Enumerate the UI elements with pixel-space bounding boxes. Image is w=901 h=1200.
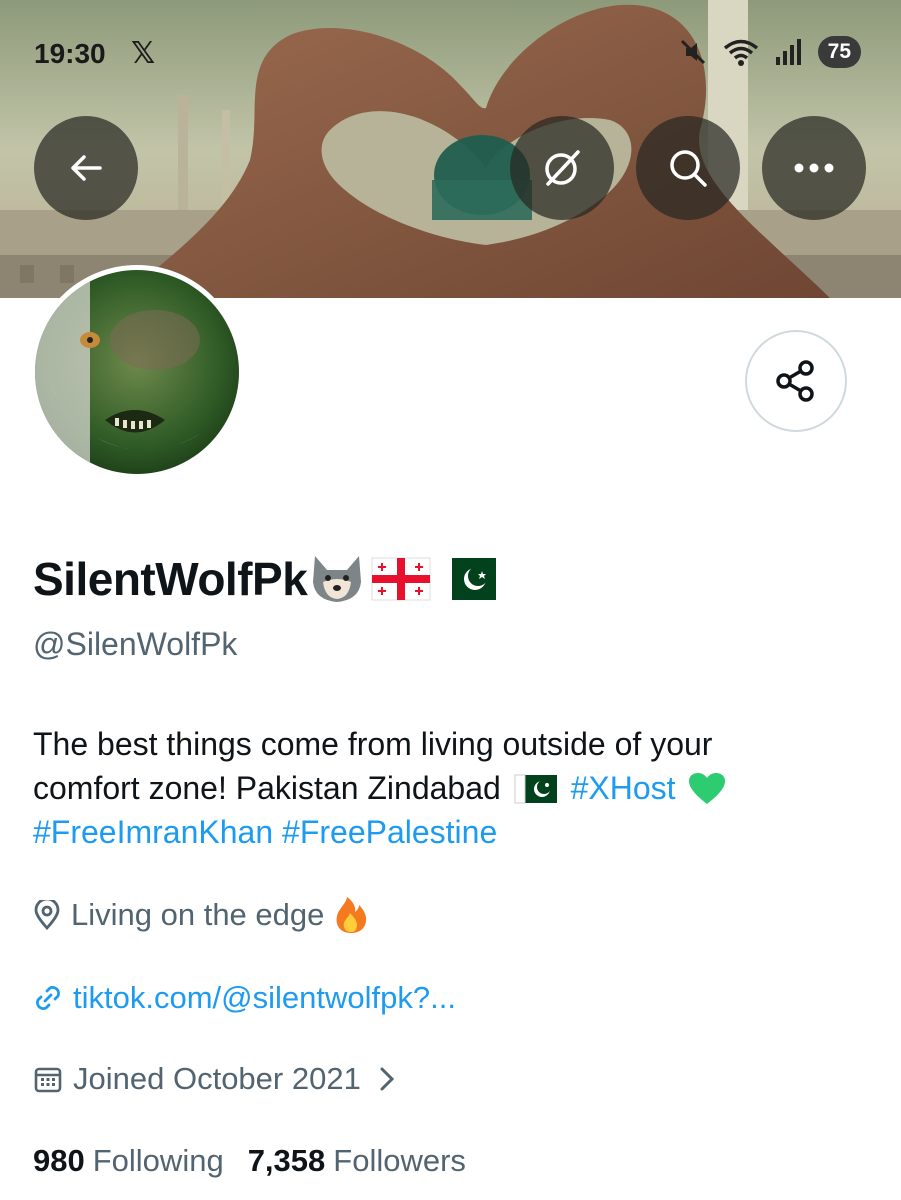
chevron-right-icon [380, 1067, 394, 1091]
battery-indicator: 75 [817, 36, 861, 68]
profile-joined[interactable]: Joined October 2021 [33, 1061, 397, 1097]
pakistan-flag-icon [514, 774, 557, 804]
followers-label: Followers [333, 1143, 466, 1178]
back-arrow-icon [71, 155, 102, 181]
avatar-art [35, 270, 239, 474]
status-bar: 19:30 𝕏 75 [0, 0, 901, 110]
hashtag-freepalestine[interactable]: #FreePalestine [282, 814, 497, 850]
profile-banner[interactable]: 19:30 𝕏 75 [0, 0, 901, 298]
grok-icon [545, 150, 580, 186]
bio-line-1: The best things come from living outside… [33, 726, 713, 762]
back-button[interactable] [34, 116, 138, 220]
profile-avatar[interactable] [30, 265, 244, 479]
name-emojis [309, 554, 497, 604]
wolf-emoji-icon [313, 556, 362, 602]
share-button[interactable] [745, 330, 847, 432]
more-icon [794, 163, 834, 173]
more-button[interactable] [762, 116, 866, 220]
green-heart-icon [689, 772, 726, 804]
hashtag-xhost[interactable]: #XHost [571, 770, 676, 806]
georgia-flag-icon [371, 557, 431, 601]
wifi-icon [723, 39, 758, 66]
profile-handle: @SilenWolfPk [33, 626, 238, 662]
bio-line-2: comfort zone! Pakistan Zindabad #XHost [33, 766, 853, 810]
x-logo-icon: 𝕏 [131, 37, 156, 70]
profile-bio: The best things come from living outside… [33, 722, 853, 854]
hashtag-freeimrankhan[interactable]: #FreeImranKhan [33, 814, 273, 850]
location-text: Living on the edge [71, 897, 325, 932]
following-label: Following [92, 1143, 224, 1178]
search-icon [670, 150, 707, 187]
status-icons: 75 [678, 36, 861, 68]
location-pin-icon [34, 900, 60, 930]
website-link[interactable]: tiktok.com/@silentwolfpk?... [73, 980, 456, 1016]
following-stat[interactable]: 980 Following [33, 1143, 224, 1179]
profile-location: Living on the edge [33, 896, 368, 934]
status-time: 19:30 [34, 38, 106, 69]
profile-stats: 980 Following 7,358 Followers [33, 1143, 466, 1179]
link-icon [36, 986, 60, 1010]
pakistan-flag-icon [438, 558, 497, 600]
search-button[interactable] [636, 116, 740, 220]
display-name-text: SilentWolfPk [33, 553, 308, 605]
calendar-icon [34, 1067, 62, 1093]
followers-stat[interactable]: 7,358 Followers [248, 1143, 466, 1179]
joined-text: Joined October 2021 [73, 1061, 361, 1096]
followers-count: 7,358 [247, 1143, 326, 1178]
mute-icon [680, 39, 705, 65]
signal-icon [775, 39, 801, 65]
bio-line-2-text: comfort zone! Pakistan Zindabad [33, 770, 501, 806]
fire-emoji-icon [336, 897, 367, 933]
avatar-image [35, 270, 239, 474]
profile-website[interactable]: tiktok.com/@silentwolfpk?... [33, 980, 456, 1016]
following-count: 980 [33, 1143, 85, 1178]
profile-display-name: SilentWolfPk [33, 552, 497, 606]
bio-line-3: #FreeImranKhan #FreePalestine [33, 810, 853, 854]
share-icon [776, 360, 814, 402]
grok-button[interactable] [510, 116, 614, 220]
